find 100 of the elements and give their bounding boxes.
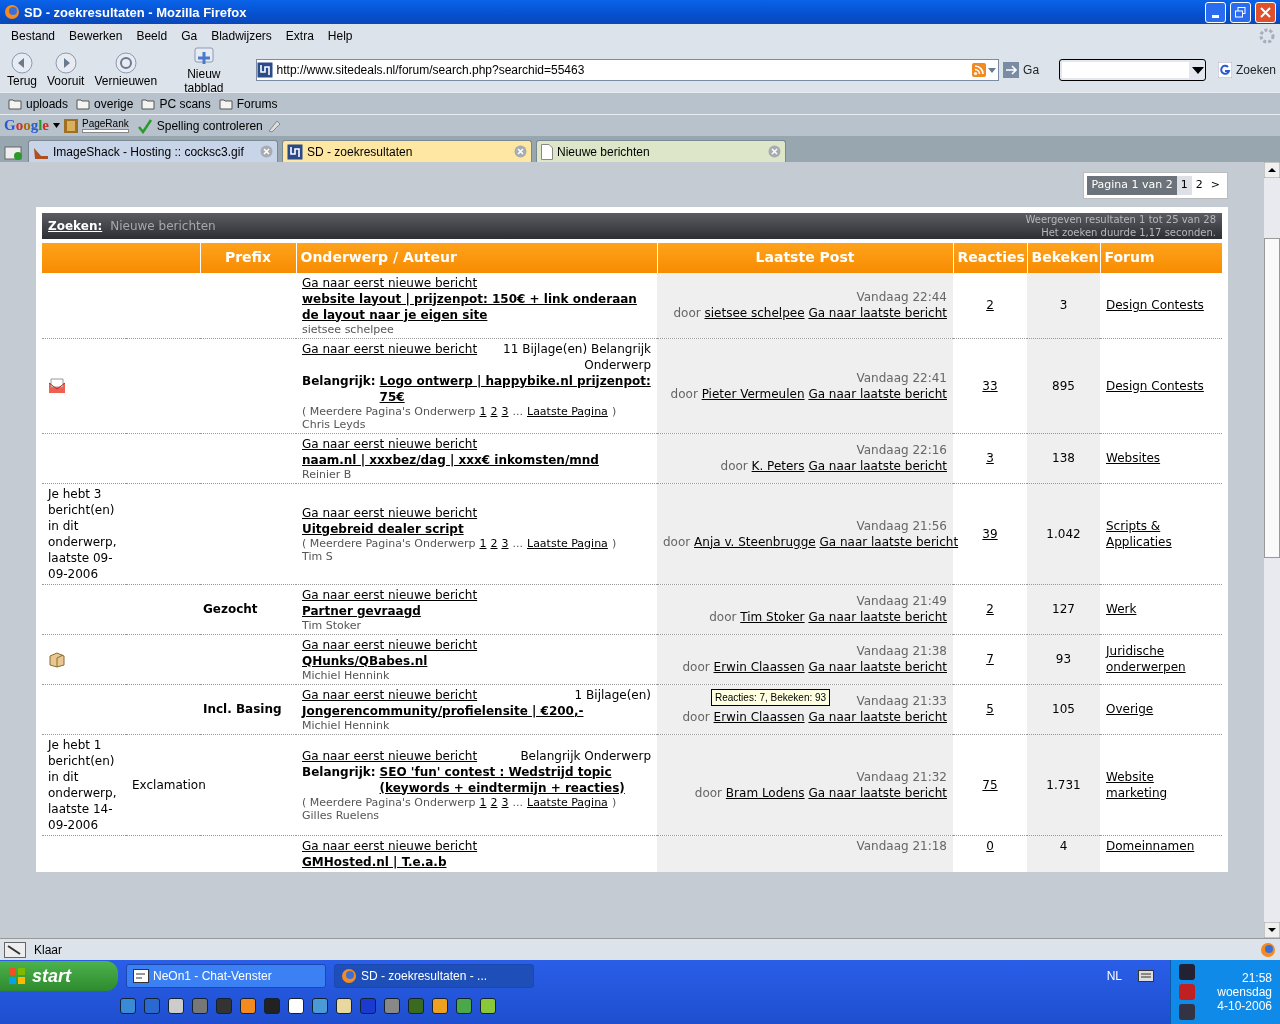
forum-link[interactable]: Overige	[1106, 701, 1216, 717]
language-indicator[interactable]: NL	[1106, 969, 1122, 983]
topic-title-link[interactable]: SEO 'fun' contest : Wedstrijd topic (keywords + eindtermijn + reacties)	[379, 763, 651, 796]
last-post-link[interactable]: Ga naar laatste bericht	[819, 534, 959, 549]
forum-link[interactable]: Domeinnamen	[1106, 837, 1216, 854]
restore-button[interactable]	[1230, 1, 1251, 23]
first-new-post-link[interactable]: Ga naar eerst nieuwe bericht	[302, 747, 478, 764]
toolbar-button[interactable]: Terug	[4, 52, 41, 88]
replies-link[interactable]: 7	[986, 652, 994, 666]
first-new-post-link[interactable]: Ga naar eerst nieuwe bericht	[302, 504, 478, 521]
close-button[interactable]	[1255, 1, 1276, 23]
topic-title-link[interactable]: Logo ontwerp | happybike.nl prijzenpot: 75€	[379, 372, 651, 405]
forum-link[interactable]: Design Contests	[1106, 297, 1216, 313]
forum-link[interactable]: Website marketing	[1106, 768, 1216, 801]
poster-link[interactable]: Bram Lodens	[725, 785, 805, 800]
quick-launch-icon[interactable]	[480, 998, 496, 1014]
quick-launch-icon[interactable]	[240, 998, 256, 1014]
menu-item[interactable]: Ga	[174, 27, 205, 45]
browser-tab[interactable]: Nieuwe berichten	[536, 140, 786, 162]
replies-link[interactable]: 75	[982, 777, 998, 792]
replies-link[interactable]: 2	[986, 298, 994, 312]
topic-title-link[interactable]: Jongerencommunity/profielensite | €200,-	[302, 702, 584, 719]
search-link[interactable]: Zoeken:	[48, 216, 103, 235]
bookmark-folder[interactable]: uploads	[8, 96, 69, 111]
page-number-link[interactable]: 1	[479, 536, 487, 550]
taskbar-button[interactable]: NeOn1 - Chat-Venster	[126, 964, 326, 988]
first-new-post-link[interactable]: Ga naar eerst nieuwe bericht	[302, 837, 478, 854]
topic-title-link[interactable]: naam.nl | xxxbez/dag | xxx€ inkomsten/mnd	[302, 451, 599, 468]
go-button[interactable]: Ga	[1003, 62, 1040, 78]
firefox-icon[interactable]	[1260, 941, 1276, 958]
minimize-button[interactable]	[1205, 1, 1226, 23]
spellcheck-button[interactable]: Spelling controleren	[136, 117, 263, 134]
menu-item[interactable]: Bladwijzers	[204, 27, 279, 45]
poster-link[interactable]: sietsee schelpee	[704, 306, 805, 320]
page-number-link[interactable]: 1	[479, 795, 487, 809]
next-page-link[interactable]: >	[1206, 176, 1224, 195]
menu-item[interactable]: Extra	[278, 27, 321, 45]
forum-link[interactable]: Werk	[1106, 601, 1216, 617]
menu-item[interactable]: Bewerken	[62, 27, 130, 45]
menu-item[interactable]: Beeld	[129, 27, 175, 45]
last-post-link[interactable]: Ga naar laatste bericht	[808, 459, 947, 473]
page-number-link[interactable]: 2	[490, 404, 498, 418]
poster-link[interactable]: Erwin Claassen	[713, 660, 805, 674]
quick-launch-icon[interactable]	[288, 998, 304, 1014]
page-number-link[interactable]: 2	[490, 795, 498, 809]
page-number-link[interactable]: 3	[501, 795, 509, 809]
bookmark-folder[interactable]: PC scans	[141, 96, 211, 111]
replies-link[interactable]: 39	[982, 526, 998, 541]
page-number-link[interactable]: 3	[501, 536, 509, 550]
quick-launch-icon[interactable]	[336, 998, 352, 1014]
topic-title-link[interactable]: QHunks/QBabes.nl	[302, 652, 428, 669]
browser-tab[interactable]: ImageShack - Hosting :: cocksc3.gif	[28, 140, 278, 162]
first-new-post-link[interactable]: Ga naar eerst nieuwe bericht	[302, 686, 478, 703]
toolbar-button[interactable]: Vernieuwen	[91, 52, 161, 88]
toolbar-button[interactable]: Nieuw tabblad	[164, 45, 244, 95]
first-new-post-link[interactable]: Ga naar eerst nieuwe bericht	[302, 340, 478, 373]
replies-link[interactable]: 2	[986, 602, 994, 616]
replies-link[interactable]: 3	[986, 451, 994, 465]
quick-launch-icon[interactable]	[168, 998, 184, 1014]
first-new-post-link[interactable]: Ga naar eerst nieuwe bericht	[302, 586, 478, 603]
page-number-link[interactable]: 1	[479, 404, 487, 418]
page-number-link[interactable]: 2	[490, 536, 498, 550]
menu-item[interactable]: Bestand	[4, 27, 63, 45]
last-post-link[interactable]: Ga naar laatste bericht	[808, 785, 947, 800]
vertical-scrollbar[interactable]	[1264, 162, 1280, 938]
poster-link[interactable]: Tim Stoker	[740, 610, 805, 624]
menu-item[interactable]: Help	[320, 27, 360, 45]
bookmark-folder[interactable]: Forums	[218, 96, 278, 111]
topic-title-link[interactable]: Uitgebreid dealer script	[302, 520, 464, 537]
last-post-link[interactable]: Ga naar laatste bericht	[808, 306, 947, 320]
bookmark-folder[interactable]: overige	[76, 96, 134, 111]
last-post-link[interactable]: Ga naar laatste bericht	[808, 386, 947, 401]
last-post-link[interactable]: Ga naar laatste bericht	[808, 610, 947, 624]
last-page-link[interactable]: Laatste Pagina	[527, 795, 608, 809]
forum-link[interactable]: Scripts & Applicaties	[1106, 517, 1216, 550]
replies-link[interactable]: 0	[986, 838, 994, 853]
replies-link[interactable]: 33	[982, 378, 998, 393]
poster-link[interactable]: K. Peters	[751, 459, 805, 473]
page-link[interactable]: 2	[1191, 176, 1207, 195]
search-button[interactable]: Zoeken	[1217, 62, 1276, 78]
first-new-post-link[interactable]: Ga naar eerst nieuwe bericht	[302, 274, 478, 291]
poster-link[interactable]: Erwin Claassen	[713, 710, 805, 724]
last-post-link[interactable]: Ga naar laatste bericht	[808, 660, 947, 674]
topic-title-link[interactable]: website layout | prijzenpot: 150€ + link onderaan de layout naar je eigen site	[302, 290, 651, 323]
browser-tab[interactable]: SD - zoekresultaten	[282, 140, 532, 162]
quick-launch-icon[interactable]	[432, 998, 448, 1014]
keyboard-icon[interactable]	[1138, 970, 1154, 982]
taskbar-button[interactable]: SD - zoekresultaten - ...	[334, 964, 534, 988]
forum-link[interactable]: Websites	[1106, 450, 1216, 466]
last-post-link[interactable]: Ga naar laatste bericht	[808, 710, 947, 724]
poster-link[interactable]: Anja v. Steenbrugge	[694, 534, 816, 549]
topic-title-link[interactable]: Partner gevraagd	[302, 602, 421, 619]
topic-title-link[interactable]: GMHosted.nl | T.e.a.b	[302, 853, 447, 870]
search-field[interactable]	[1062, 62, 1189, 78]
toolbar-button[interactable]: Vooruit	[44, 52, 88, 88]
last-page-link[interactable]: Laatste Pagina	[527, 536, 608, 550]
last-page-link[interactable]: Laatste Pagina	[527, 404, 608, 418]
poster-link[interactable]: Pieter Vermeulen	[701, 386, 805, 401]
first-new-post-link[interactable]: Ga naar eerst nieuwe bericht	[302, 435, 478, 452]
first-new-post-link[interactable]: Ga naar eerst nieuwe bericht	[302, 636, 478, 653]
